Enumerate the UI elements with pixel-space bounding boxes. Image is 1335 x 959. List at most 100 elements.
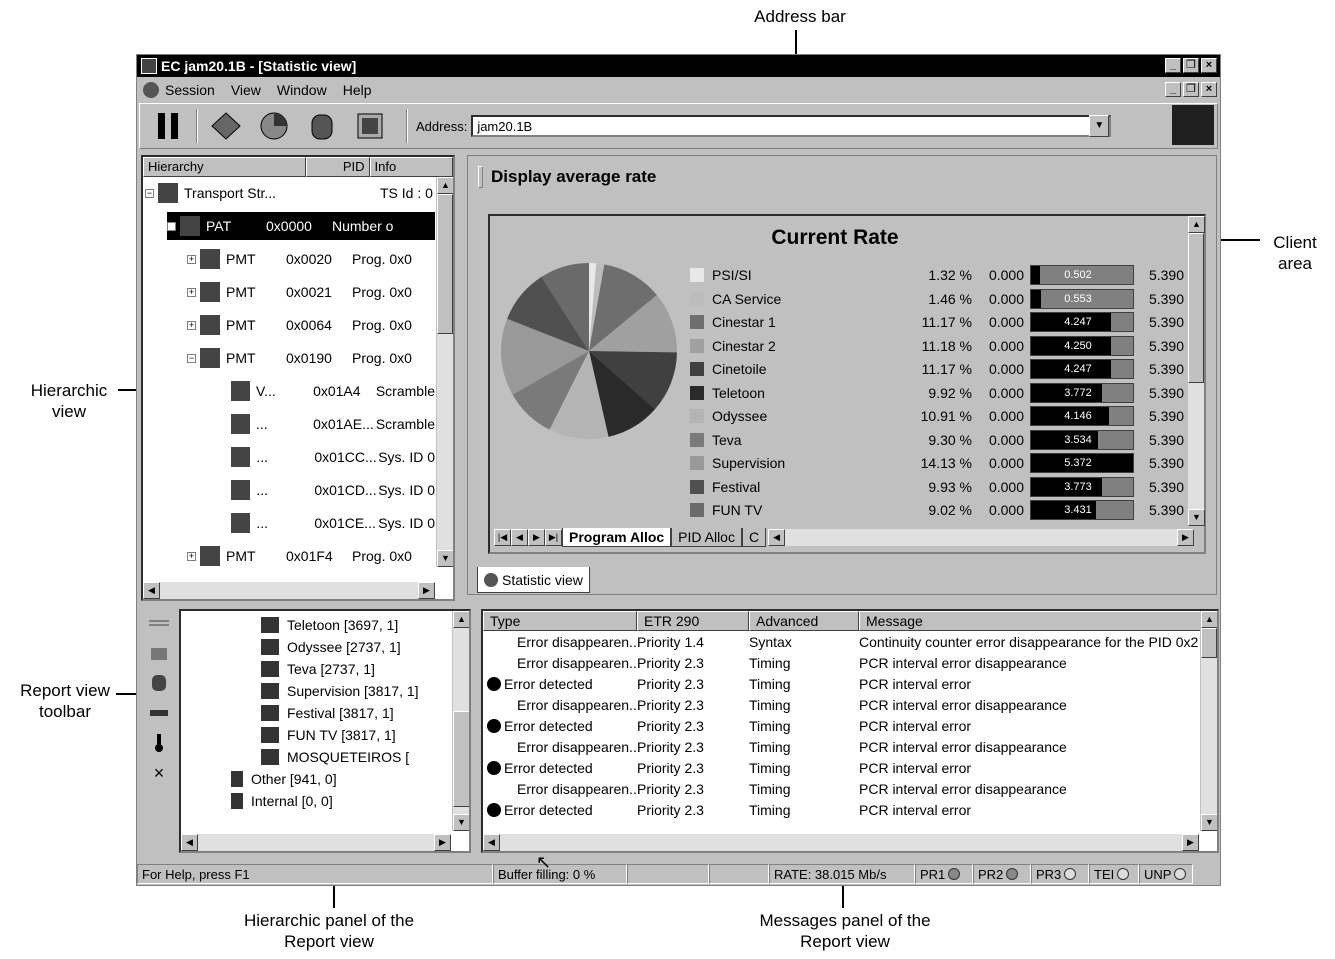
settings-button[interactable] <box>350 108 390 144</box>
message-row[interactable]: Error disappearen... Priority 2.3 Timing PC… <box>483 736 1067 757</box>
expand-toggle[interactable]: + <box>187 551 196 561</box>
hierarchy-row[interactable]: V... 0x01A4 Scramble <box>231 377 435 405</box>
report-view-button[interactable] <box>302 108 342 144</box>
hierarchy-row[interactable]: − Transport Str... TS Id : 0 <box>145 179 435 207</box>
address-input[interactable]: jam20.1B <box>471 115 1112 137</box>
report-tree-scroll-down[interactable]: ▼ <box>453 814 469 831</box>
chart-scroll-up-button[interactable]: ▲ <box>1188 216 1205 233</box>
grip-icon[interactable] <box>148 613 170 633</box>
report-tree-item[interactable]: Teletoon [3697, 1] <box>261 615 398 635</box>
report-tree-scroll-left[interactable]: ◀ <box>181 834 198 851</box>
hierarchy-row[interactable]: − PAT 0x0000 Number o <box>167 212 435 240</box>
mdi-restore-button[interactable]: ❐ <box>1183 82 1199 97</box>
tab-scroll-right-button[interactable]: ▶ <box>1177 528 1194 546</box>
tab-last-button[interactable]: ▶| <box>545 528 562 546</box>
hierarchy-row[interactable]: ... 0x01AE... Scramble <box>231 410 435 438</box>
mdi-close-button[interactable]: × <box>1201 82 1217 97</box>
menu-help[interactable]: Help <box>343 82 372 98</box>
expand-toggle[interactable]: − <box>145 188 154 198</box>
messages-scroll-down[interactable]: ▼ <box>1201 814 1217 831</box>
scroll-right-button[interactable]: ▶ <box>418 582 435 599</box>
hierarchy-row[interactable]: ... 0x01CC... Sys. ID 0 <box>231 443 435 471</box>
menu-window[interactable]: Window <box>277 82 327 98</box>
message-row[interactable]: Error disappearen... Priority 1.4 Syntax Co… <box>483 631 1198 652</box>
messages-vertical-scrollbar[interactable]: ▲ ▼ <box>1200 611 1217 831</box>
report-tree-horizontal-scrollbar[interactable]: ◀ ▶ <box>181 834 451 851</box>
hierarchy-row[interactable]: − PMT 0x0190 Prog. 0x0 <box>187 344 435 372</box>
tab-prev-button[interactable]: ◀ <box>511 528 528 546</box>
hierarchy-horizontal-scrollbar[interactable]: ◀ ▶ <box>143 582 435 599</box>
tab-first-button[interactable]: |◀ <box>494 528 511 546</box>
hierarchy-row[interactable]: + PMT 0x0021 Prog. 0x0 <box>187 278 435 306</box>
address-dropdown-button[interactable]: ▼ <box>1089 115 1110 137</box>
message-row[interactable]: Error disappearen... Priority 2.3 Timing PC… <box>483 694 1067 715</box>
hierarchy-row[interactable]: + PMT 0x0020 Prog. 0x0 <box>187 245 435 273</box>
chart-vertical-scrollbar[interactable]: ▲ ▼ <box>1187 216 1205 526</box>
message-row[interactable]: Error detected Priority 2.3 Timing PCR inte… <box>483 673 971 694</box>
message-row[interactable]: Error disappearen... Priority 2.3 Timing PC… <box>483 778 1067 799</box>
report-tree-scroll-thumb[interactable] <box>453 711 469 807</box>
expand-toggle[interactable]: + <box>187 287 196 297</box>
document-icon[interactable] <box>143 82 159 98</box>
thermometer-icon[interactable] <box>148 733 170 753</box>
col-hierarchy[interactable]: Hierarchy <box>143 157 306 177</box>
scroll-left-button[interactable]: ◀ <box>143 582 160 599</box>
report-tree-vertical-scrollbar[interactable]: ▲ ▼ <box>452 611 469 831</box>
report-tree-item[interactable]: MOSQUETEIROS [ <box>261 747 409 767</box>
col-type[interactable]: Type <box>483 611 637 631</box>
col-advanced[interactable]: Advanced <box>749 611 859 631</box>
message-row[interactable]: Error detected Priority 2.3 Timing PCR inte… <box>483 757 971 778</box>
message-row[interactable]: Error detected Priority 2.3 Timing PCR inte… <box>483 799 971 820</box>
report-tree-item[interactable]: Supervision [3817, 1] <box>261 681 419 701</box>
expand-toggle[interactable]: − <box>187 353 196 363</box>
expand-toggle[interactable]: + <box>187 320 196 330</box>
tab-pid-alloc[interactable]: PID Alloc <box>671 527 742 547</box>
menu-session[interactable]: Session <box>165 82 215 98</box>
tab-scroll-left-button[interactable]: ◀ <box>768 528 786 546</box>
pause-button[interactable] <box>148 108 188 144</box>
message-row[interactable]: Error detected Priority 2.3 Timing PCR inte… <box>483 715 971 736</box>
minimize-button[interactable]: _ <box>1165 58 1181 73</box>
messages-scroll-left[interactable]: ◀ <box>483 834 500 851</box>
close-button[interactable]: × <box>1201 58 1217 73</box>
report-tree-item[interactable]: Other [941, 0] <box>231 769 337 789</box>
expand-toggle[interactable]: + <box>187 254 196 264</box>
scroll-thumb[interactable] <box>437 194 453 334</box>
report-tree-scroll-up[interactable]: ▲ <box>453 611 469 628</box>
report-tree-item[interactable]: Festival [3817, 1] <box>261 703 394 723</box>
hierarchy-row[interactable]: + PMT 0x01F4 Prog. 0x0 <box>187 542 435 570</box>
message-row[interactable]: Error disappearen... Priority 2.3 Timing PC… <box>483 652 1067 673</box>
messages-horizontal-scrollbar[interactable]: ◀ ▶ <box>483 834 1199 851</box>
report-icon[interactable] <box>148 673 170 693</box>
report-tree-item[interactable]: FUN TV [3817, 1] <box>261 725 396 745</box>
scroll-up-button[interactable]: ▲ <box>437 177 453 194</box>
expand-toggle[interactable]: − <box>167 221 176 231</box>
messages-scroll-up[interactable]: ▲ <box>1201 611 1217 628</box>
tab-statistic-view[interactable]: Statistic view <box>477 567 590 593</box>
hierarchy-vertical-scrollbar[interactable]: ▲ ▼ <box>436 177 453 567</box>
messages-scroll-right[interactable]: ▶ <box>1182 834 1199 851</box>
messages-scroll-thumb[interactable] <box>1201 628 1217 658</box>
chart-scroll-down-button[interactable]: ▼ <box>1188 509 1205 526</box>
clear-icon[interactable]: × <box>148 763 170 783</box>
hierarchy-row[interactable]: ... 0x01CD... Sys. ID 0 <box>231 476 435 504</box>
scroll-down-button[interactable]: ▼ <box>437 550 453 567</box>
hierarchy-view-button[interactable] <box>206 108 246 144</box>
restore-button[interactable]: ❐ <box>1183 58 1199 73</box>
report-tree-item[interactable]: Internal [0, 0] <box>231 791 333 811</box>
col-etr290[interactable]: ETR 290 <box>637 611 749 631</box>
menu-view[interactable]: View <box>231 82 261 98</box>
hierarchy-row[interactable]: ... 0x01CE... Sys. ID 0 <box>231 509 435 537</box>
col-pid[interactable]: PID <box>305 157 370 177</box>
hierarchy-row[interactable]: + PMT 0x0064 Prog. 0x0 <box>187 311 435 339</box>
tab-c[interactable]: C <box>741 527 767 547</box>
tab-program-alloc[interactable]: Program Alloc <box>562 527 672 547</box>
report-tree-item[interactable]: Odyssee [2737, 1] <box>261 637 401 657</box>
report-tree-item[interactable]: Teva [2737, 1] <box>261 659 375 679</box>
report-tree-scroll-right[interactable]: ▶ <box>434 834 451 851</box>
tab-next-button[interactable]: ▶ <box>528 528 545 546</box>
chart-scroll-thumb[interactable] <box>1188 233 1204 383</box>
network-icon[interactable] <box>148 703 170 723</box>
col-info[interactable]: Info <box>369 157 453 177</box>
col-message[interactable]: Message <box>859 611 1217 631</box>
